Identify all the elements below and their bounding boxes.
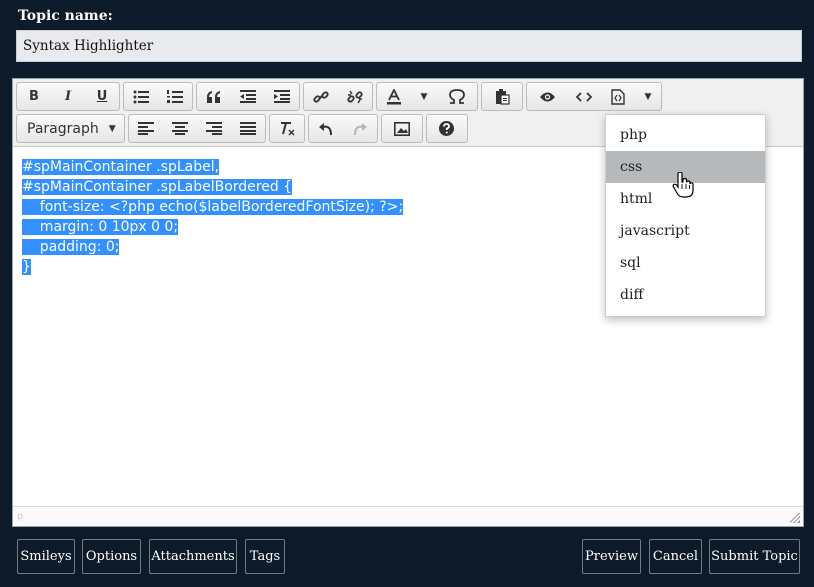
numbered-list-button[interactable] <box>158 83 192 110</box>
paste-text-button[interactable] <box>482 83 522 110</box>
align-justify-icon <box>239 122 256 135</box>
align-justify-button[interactable] <box>231 115 265 142</box>
attachments-button[interactable]: Attachments <box>149 539 237 574</box>
numbered-list-icon <box>167 89 183 103</box>
smileys-button[interactable]: Smileys <box>17 539 75 574</box>
text-color-dropdown-button[interactable]: ▼ <box>411 83 437 110</box>
menu-item-javascript[interactable]: javascript <box>606 215 765 247</box>
clear-format-icon <box>280 122 295 136</box>
indent-button[interactable] <box>265 83 299 110</box>
text-color-button[interactable] <box>377 83 411 110</box>
outdent-icon <box>240 90 256 103</box>
align-center-button[interactable] <box>163 115 197 142</box>
align-left-button[interactable] <box>129 115 163 142</box>
cancel-button[interactable]: Cancel <box>649 539 702 574</box>
code-file-icon <box>611 88 625 105</box>
format-select[interactable]: Paragraph ▼ <box>17 115 124 142</box>
help-button[interactable] <box>427 115 467 142</box>
submit-topic-button[interactable]: Submit Topic <box>709 539 800 574</box>
bold-button[interactable]: B <box>17 83 51 110</box>
preview-button-toolbar[interactable] <box>527 83 567 110</box>
eye-icon <box>539 92 555 101</box>
bullet-list-icon <box>133 90 149 103</box>
menu-item-php[interactable]: php <box>606 119 765 151</box>
topic-name-label: Topic name: <box>18 8 113 24</box>
undo-button[interactable] <box>309 115 343 142</box>
underline-button[interactable]: U <box>85 83 119 110</box>
tags-button[interactable]: Tags <box>245 539 285 574</box>
preview-button[interactable]: Preview <box>582 539 641 574</box>
insert-link-button[interactable] <box>304 83 338 110</box>
text-color-icon <box>387 88 401 104</box>
clear-formatting-button[interactable] <box>270 115 304 142</box>
options-button[interactable]: Options <box>82 539 141 574</box>
source-code-button[interactable] <box>567 83 601 110</box>
redo-button[interactable] <box>343 115 377 142</box>
link-icon <box>313 90 329 103</box>
editor-statusbar: p <box>13 506 803 526</box>
code-icon <box>576 91 592 102</box>
code-sample-button[interactable] <box>601 83 635 110</box>
hand-cursor-icon <box>672 172 694 198</box>
paste-icon <box>495 88 510 105</box>
italic-label: I <box>64 89 72 104</box>
indent-icon <box>274 90 290 103</box>
align-center-icon <box>171 122 188 135</box>
element-path[interactable]: p <box>17 511 23 522</box>
bullet-list-button[interactable] <box>124 83 158 110</box>
outdent-button[interactable] <box>231 83 265 110</box>
underline-label: U <box>96 89 108 104</box>
code-sample-dropdown-button[interactable]: ▼ <box>635 83 661 110</box>
code-language-menu: php css html javascript sql diff <box>605 114 766 317</box>
chevron-down-icon: ▼ <box>644 91 652 102</box>
special-character-button[interactable] <box>437 83 477 110</box>
remove-link-button[interactable] <box>338 83 372 110</box>
menu-item-diff[interactable]: diff <box>606 279 765 311</box>
italic-button[interactable]: I <box>51 83 85 110</box>
blockquote-button[interactable] <box>197 83 231 110</box>
undo-icon <box>318 122 332 135</box>
omega-icon <box>449 89 465 104</box>
insert-image-button[interactable] <box>382 115 422 142</box>
topic-name-input[interactable] <box>16 30 802 62</box>
align-left-icon <box>137 122 154 135</box>
align-right-button[interactable] <box>197 115 231 142</box>
resize-handle[interactable] <box>790 513 800 523</box>
bold-label: B <box>29 89 39 104</box>
chevron-down-icon: ▼ <box>108 123 116 134</box>
menu-item-sql[interactable]: sql <box>606 247 765 279</box>
help-icon <box>439 121 455 136</box>
unlink-icon <box>347 90 363 103</box>
chevron-down-icon: ▼ <box>420 91 428 102</box>
format-select-value: Paragraph <box>27 120 99 137</box>
align-right-icon <box>205 122 222 135</box>
quote-icon <box>206 90 220 103</box>
redo-icon <box>353 122 367 135</box>
image-icon <box>393 121 410 136</box>
